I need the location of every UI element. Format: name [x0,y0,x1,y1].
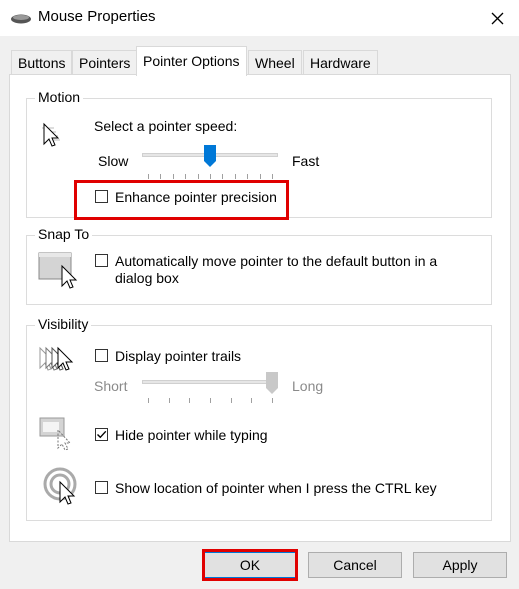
snap-to-group [26,235,492,305]
show-location-checkbox[interactable] [95,481,108,494]
pointer-trails-label[interactable]: Display pointer trails [115,348,241,364]
close-icon [491,12,503,24]
slider-tick [210,174,211,179]
slider-tick [198,174,199,179]
snap-to-label-line2[interactable]: dialog box [115,270,179,286]
slider-tick [247,174,248,179]
checkmark-icon [97,430,107,439]
slider-tick [231,398,232,403]
window-title: Mouse Properties [38,8,156,25]
short-label: Short [94,378,128,394]
snap-to-icon [38,250,80,293]
slider-tick [148,398,149,403]
fast-label: Fast [292,153,320,169]
slow-label: Slow [98,153,129,169]
hide-pointer-icon [38,416,80,457]
highlight-box-precision [74,180,289,220]
tab-pointer-options[interactable]: Pointer Options [136,46,247,76]
slider-tick [169,398,170,403]
tab-pointers[interactable]: Pointers [72,50,138,75]
mouse-icon [10,12,32,24]
show-location-label[interactable]: Show location of pointer when I press th… [115,480,437,496]
pointer-trails-checkbox[interactable] [95,349,108,362]
snap-to-legend: Snap To [35,226,93,242]
highlight-box-ok [202,549,298,581]
hide-pointer-label[interactable]: Hide pointer while typing [115,427,268,443]
cancel-button[interactable]: Cancel [308,552,402,578]
pointer-trails-icon [38,344,80,383]
slider-tick [260,174,261,179]
slider-tick [160,174,161,179]
close-button[interactable] [475,0,519,36]
hide-pointer-checkbox[interactable] [95,428,108,441]
pointer-speed-label: Select a pointer speed: [94,118,238,134]
long-label: Long [292,378,324,394]
pointer-speed-icon [40,118,74,155]
tab-wheel[interactable]: Wheel [248,50,302,75]
slider-tick [251,398,252,403]
show-location-icon [42,466,80,511]
trail-length-ticks [142,398,278,404]
snap-to-checkbox[interactable] [95,254,108,267]
slider-tick [272,398,273,403]
trail-length-slider[interactable] [142,372,278,398]
slider-tick [189,398,190,403]
slider-tick [185,174,186,179]
slider-tick [272,174,273,179]
visibility-legend: Visibility [35,316,92,332]
tab-buttons[interactable]: Buttons [11,50,73,75]
snap-to-label-line1[interactable]: Automatically move pointer to the defaul… [115,253,437,269]
slider-tick [148,174,149,179]
tab-hardware[interactable]: Hardware [303,50,378,75]
apply-button[interactable]: Apply [413,552,507,578]
trail-length-slider-thumb[interactable] [266,372,278,397]
pointer-speed-slider[interactable] [142,145,278,171]
pointer-speed-slider-thumb[interactable] [204,145,216,170]
slider-tick [173,174,174,179]
slider-tick [222,174,223,179]
slider-tick [210,398,211,403]
motion-legend: Motion [35,89,84,105]
slider-tick [235,174,236,179]
